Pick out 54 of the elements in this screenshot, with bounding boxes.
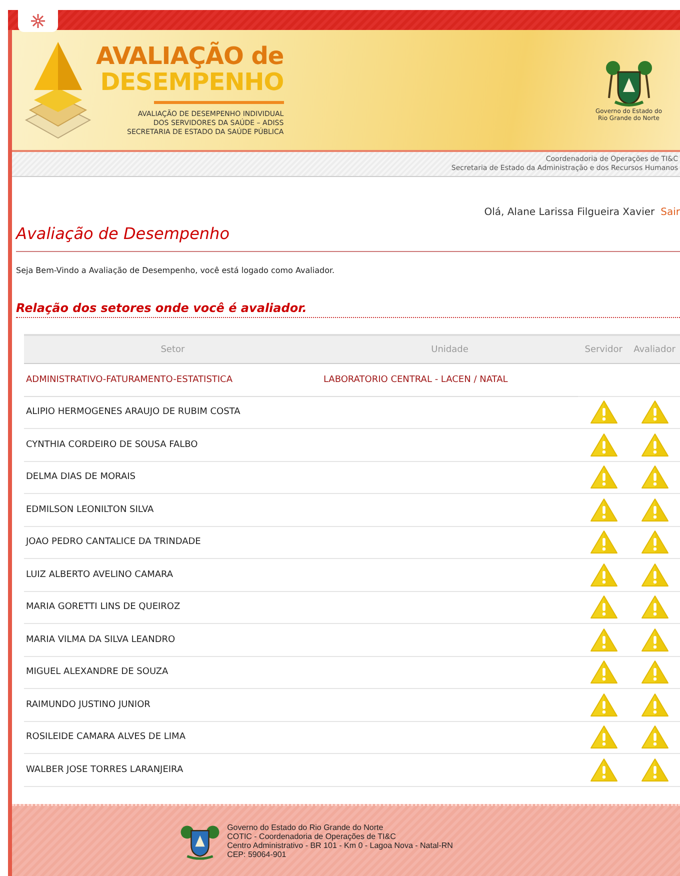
warning-icon[interactable]: [590, 465, 618, 490]
warning-icon[interactable]: [590, 432, 618, 457]
logout-link[interactable]: Sair: [660, 207, 680, 218]
warning-icon[interactable]: [590, 562, 618, 587]
employee-name-cell: EDMILSON LEONILTON SILVA: [24, 494, 578, 526]
employee-name-cell: ALIPIO HERMOGENES ARAUJO DE RUBIM COSTA: [24, 396, 578, 428]
footer-text: Governo do Estado do Rio Grande do Norte: [227, 823, 384, 832]
warning-icon[interactable]: [640, 595, 669, 620]
employee-name-cell: RAIMUNDO JUSTINO JUNIOR: [24, 688, 578, 721]
app-title: AVALIAÇÃO de: [96, 43, 284, 69]
employee-name-cell: MARIA VILMA DA SILVA LEANDRO: [24, 624, 578, 656]
warning-icon[interactable]: [640, 400, 669, 424]
footer-text: Centro Administrativo - BR 101 - Km 0 - Lagoa Nova - Natal-RN: [227, 841, 453, 850]
warning-icon[interactable]: [590, 595, 618, 620]
warning-icon[interactable]: [640, 660, 669, 684]
sector-cell: ADMINISTRATIVO-FATURAMENTO-ESTATISTICA: [24, 364, 322, 396]
warning-icon[interactable]: [590, 400, 618, 424]
warning-icon[interactable]: [590, 758, 618, 782]
employee-name-cell: DELMA DIAS DE MORAIS: [24, 461, 578, 494]
column-header: Avaliador: [629, 335, 680, 364]
user-greeting: Olá, Alane Larissa Filgueira Xavier: [484, 207, 655, 218]
page-title: Avaliação de Desempenho: [16, 224, 680, 252]
warning-icon[interactable]: [640, 725, 669, 750]
employee-name-cell: ROSILEIDE CAMARA ALVES DE LIMA: [24, 721, 578, 754]
warning-icon[interactable]: [590, 530, 618, 554]
warning-icon[interactable]: [640, 432, 669, 457]
employee-name-cell: WALBER JOSE TORRES LARANJEIRA: [24, 754, 578, 786]
column-header: Servidor: [578, 335, 630, 364]
home-tab[interactable]: [18, 10, 58, 32]
warning-icon[interactable]: [590, 692, 618, 717]
employee-name-cell: MARIA GORETTI LINS DE QUEIROZ: [24, 591, 578, 624]
unit-cell: LABORATORIO CENTRAL - LACEN / NATAL: [321, 364, 578, 396]
warning-icon[interactable]: [590, 498, 618, 522]
warning-icon[interactable]: [640, 628, 669, 652]
employee-name-cell: MIGUEL ALEXANDRE DE SOUZA: [24, 656, 578, 688]
app-title: DESEMPENHO: [100, 69, 284, 95]
warning-icon[interactable]: [640, 692, 669, 717]
warning-icon[interactable]: [640, 562, 669, 587]
footer-text: COTIC - Coordenadoria de Operações de TI&C: [227, 832, 397, 841]
warning-icon[interactable]: [640, 498, 669, 522]
employee-name-cell: CYNTHIA CORDEIRO DE SOUSA FALBO: [24, 428, 578, 461]
welcome-text: Seja Bem-Vindo a Avaliação de Desempenho, você está logado como Avaliador.: [16, 266, 336, 275]
employee-name-cell: LUIZ ALBERTO AVELINO CAMARA: [24, 558, 578, 591]
column-header: Setor: [24, 335, 322, 364]
footer-text: CEP: 59064-901: [227, 850, 288, 859]
employee-name-cell: JOAO PEDRO CANTALICE DA TRINDADE: [24, 526, 578, 558]
warning-icon[interactable]: [640, 465, 669, 490]
warning-icon[interactable]: [590, 725, 618, 750]
warning-icon[interactable]: [640, 530, 669, 554]
column-header: Unidade: [321, 335, 578, 364]
warning-icon[interactable]: [590, 660, 618, 684]
warning-icon[interactable]: [590, 628, 618, 652]
section-title: Relação dos setores onde você é avaliador.: [16, 301, 680, 318]
warning-icon[interactable]: [640, 758, 669, 782]
